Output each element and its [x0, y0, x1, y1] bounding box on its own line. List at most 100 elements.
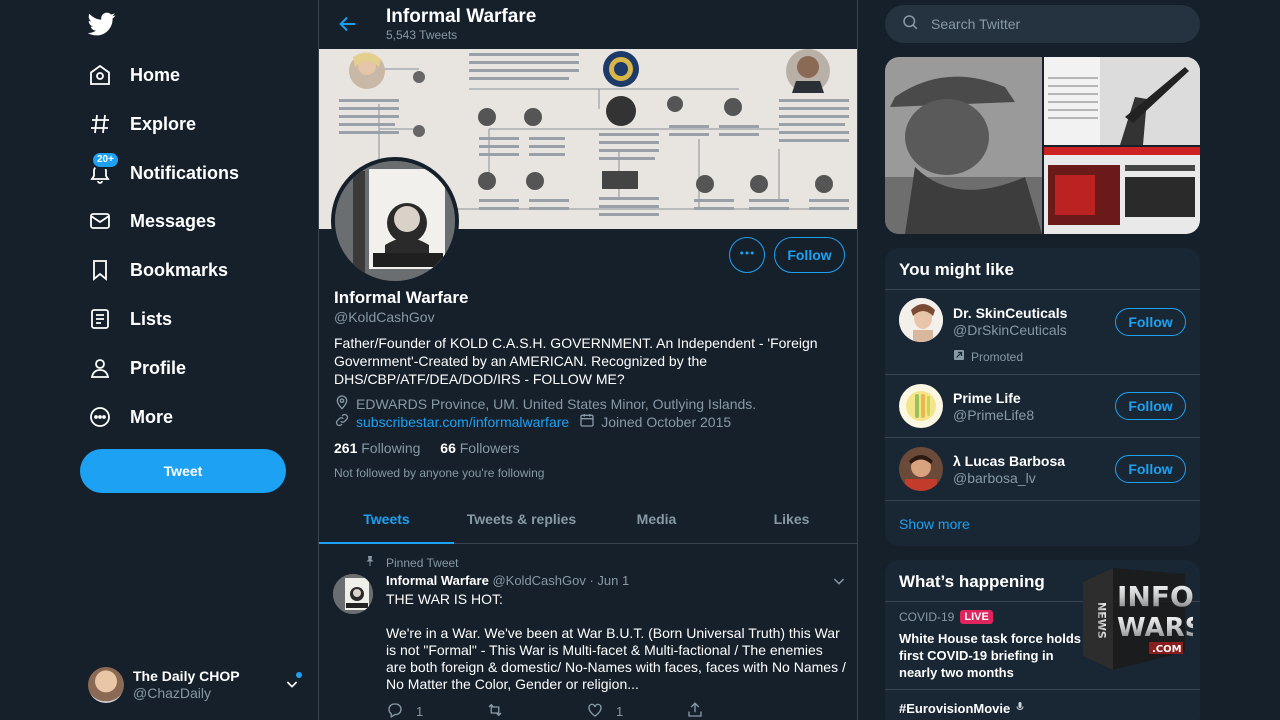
- promoted-text: Promoted: [971, 349, 1024, 364]
- nav-home[interactable]: Home: [88, 55, 180, 95]
- tab-media[interactable]: Media: [589, 494, 724, 543]
- pin-icon: [364, 555, 376, 570]
- like-button[interactable]: 1: [586, 701, 686, 720]
- microphone-icon: [1014, 701, 1026, 716]
- chevron-down-icon: [284, 676, 300, 697]
- share-button[interactable]: [686, 701, 786, 720]
- nav-explore[interactable]: Explore: [88, 104, 196, 144]
- location-text: EDWARDS Province, UM. United States Mino…: [356, 395, 757, 412]
- nav-label: More: [130, 406, 174, 427]
- tab-tweets-replies[interactable]: Tweets & replies: [454, 494, 589, 543]
- search-icon: [901, 13, 919, 36]
- trend-item[interactable]: #EurovisionMovie: [885, 690, 1200, 720]
- nav-more[interactable]: More: [88, 397, 173, 437]
- profile-avatar[interactable]: [331, 157, 459, 285]
- follow-button[interactable]: Follow: [1115, 392, 1186, 420]
- pinned-indicator: Pinned Tweet: [364, 555, 459, 570]
- nav-bookmarks[interactable]: Bookmarks: [88, 250, 228, 290]
- follow-button[interactable]: Follow: [774, 237, 845, 273]
- logo-text-wars: WARS: [1117, 613, 1193, 643]
- nav-label: Notifications: [130, 162, 240, 183]
- tweet-text: THE WAR IS HOT: We're in a War. We've be…: [386, 591, 846, 710]
- pinned-label: Pinned Tweet: [386, 555, 459, 570]
- heart-icon: [586, 701, 604, 720]
- show-more-link[interactable]: Show more: [885, 501, 1200, 546]
- trend-title: White House task force holds first COVID…: [899, 631, 1082, 680]
- profile-meta: subscribestar.com/informalwarfare Joined…: [334, 412, 731, 431]
- live-badge: LIVE: [960, 610, 993, 624]
- location-pin-icon: [334, 394, 350, 413]
- profile-bio: Father/Founder of KOLD C.A.S.H. GOVERNME…: [334, 335, 818, 387]
- reply-button[interactable]: 1: [386, 701, 486, 720]
- avatar: [899, 447, 943, 491]
- nav-label: Explore: [130, 113, 197, 134]
- left-sidebar: Home Explore 20+ Notifications Messages …: [0, 0, 318, 720]
- nav-lists[interactable]: Lists: [88, 299, 172, 339]
- avatar: [899, 298, 943, 342]
- tweet-author[interactable]: Informal Warfare: [386, 573, 489, 588]
- like-count: 1: [616, 704, 624, 719]
- profile-website-link[interactable]: subscribestar.com/informalwarfare: [356, 414, 569, 430]
- trend-category: COVID-19 LIVE: [899, 610, 993, 624]
- promoted-icon: [953, 349, 965, 364]
- nav-label: Home: [130, 64, 181, 85]
- suggested-user[interactable]: Dr. SkinCeuticals @DrSkinCeuticals Promo…: [885, 290, 1200, 375]
- tweet-line: We're in a War. We've been at War B.U.T.…: [386, 625, 846, 692]
- logo-text-info: INFO: [1117, 580, 1193, 613]
- promoted-label: Promoted: [953, 349, 1023, 364]
- nav-label: Bookmarks: [130, 259, 229, 280]
- logo-text-com: .COM: [1152, 644, 1182, 655]
- reply-icon: [386, 701, 404, 720]
- header-title: Informal Warfare: [386, 6, 537, 27]
- infowars-logo-overlay: NEWS INFO WARS .COM: [1073, 562, 1203, 677]
- follow-button[interactable]: Follow: [1115, 455, 1186, 483]
- following-count: 261: [334, 440, 358, 456]
- more-horizontal-icon: [738, 244, 756, 267]
- back-arrow-icon[interactable]: [337, 13, 359, 40]
- suggested-user[interactable]: λ Lucas Barbosa @barbosa_lv Follow: [885, 438, 1200, 501]
- account-switcher[interactable]: The Daily CHOP @ChazDaily: [88, 664, 304, 706]
- following-stat[interactable]: 261 Following: [334, 440, 420, 456]
- nav-label: Lists: [130, 308, 173, 329]
- panel-title: You might like: [885, 248, 1200, 290]
- nav-label: Profile: [130, 357, 187, 378]
- tab-likes[interactable]: Likes: [724, 494, 857, 543]
- tab-tweets[interactable]: Tweets: [319, 494, 454, 544]
- twitter-logo-icon[interactable]: [87, 10, 116, 38]
- following-label: Following: [361, 440, 421, 456]
- retweet-icon: [486, 701, 504, 720]
- pinned-tweet[interactable]: Pinned Tweet Informal Warfare @KoldCashG…: [319, 545, 857, 720]
- followers-label: Followers: [459, 440, 520, 456]
- more-options-button[interactable]: [729, 237, 765, 273]
- retweet-button[interactable]: [486, 701, 586, 720]
- nav-messages[interactable]: Messages: [88, 201, 216, 241]
- bookmark-icon: [88, 258, 112, 282]
- share-icon: [686, 701, 704, 720]
- who-to-follow-panel: You might like Dr. SkinCeuticals @DrSkin…: [885, 248, 1200, 546]
- hashtag-icon: [88, 112, 112, 136]
- followers-stat[interactable]: 66 Followers: [440, 440, 519, 456]
- follow-button[interactable]: Follow: [1115, 308, 1186, 336]
- profile-media-grid[interactable]: [885, 57, 1200, 234]
- joined-date: Joined October 2015: [601, 413, 732, 430]
- link-icon: [334, 412, 350, 431]
- nav-notifications[interactable]: 20+ Notifications: [88, 151, 240, 193]
- person-icon: [88, 356, 112, 380]
- home-icon: [88, 63, 112, 87]
- notification-badge: 20+: [91, 151, 120, 169]
- profile-location: EDWARDS Province, UM. United States Mino…: [334, 394, 756, 413]
- search-input[interactable]: Search Twitter: [885, 5, 1200, 43]
- tweet-handle-date: @KoldCashGov · Jun 1: [492, 573, 630, 588]
- suggested-user[interactable]: Prime Life @PrimeLife8 Follow: [885, 375, 1200, 438]
- profile-header-bar: Informal Warfare 5,543 Tweets: [319, 0, 857, 49]
- bell-icon: 20+: [88, 151, 120, 185]
- nav-profile[interactable]: Profile: [88, 348, 186, 388]
- trend-category-text: COVID-19: [899, 610, 955, 624]
- follow-counts: 261 Following 66 Followers: [334, 440, 520, 456]
- more-circle-icon: [88, 405, 112, 429]
- tweet-button[interactable]: Tweet: [80, 449, 286, 493]
- list-icon: [88, 307, 112, 331]
- suggested-user-name: λ Lucas Barbosa: [953, 453, 1066, 469]
- tweet-avatar[interactable]: [333, 574, 373, 614]
- account-name: The Daily CHOP: [133, 668, 240, 684]
